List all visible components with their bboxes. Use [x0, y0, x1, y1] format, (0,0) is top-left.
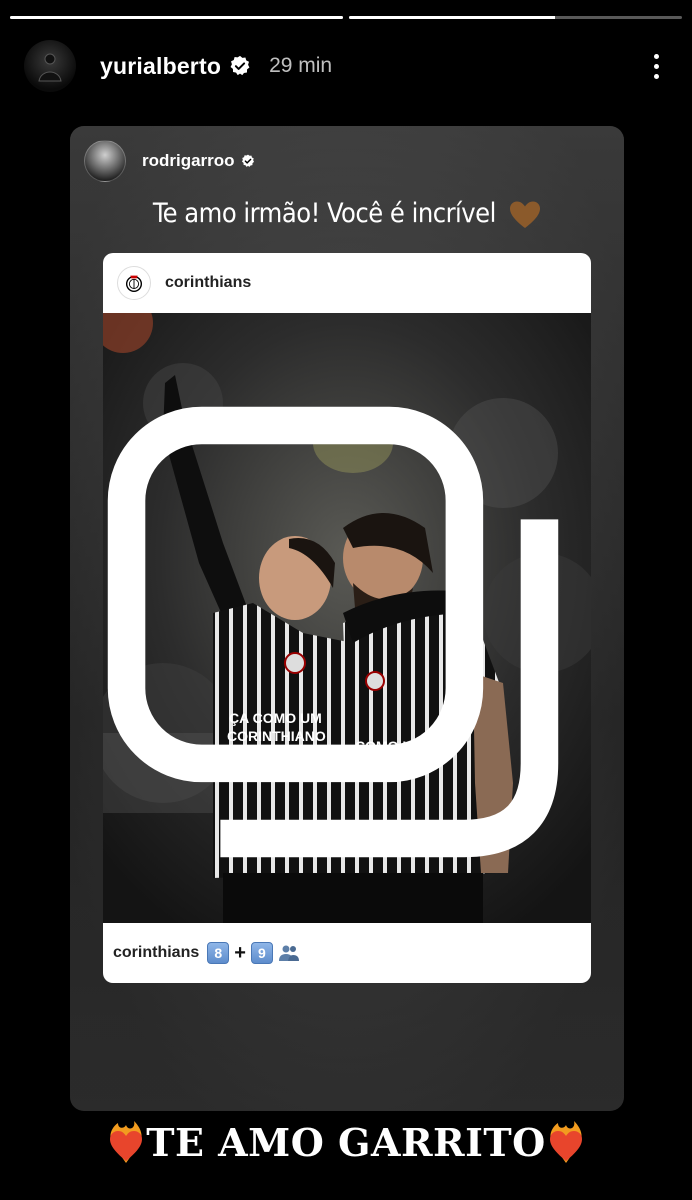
embedded-post[interactable]: corinthians ÇA COMO UM CORINTHIANO COMO …	[103, 253, 591, 983]
shared-author-username[interactable]: rodrigarroo	[142, 151, 235, 171]
post-username[interactable]: corinthians	[165, 274, 251, 292]
dot	[653, 53, 659, 59]
story-timestamp: 29 min	[269, 54, 333, 77]
progress-segment-2	[349, 16, 682, 19]
shared-author-avatar[interactable]	[84, 140, 126, 182]
post-header: corinthians	[103, 253, 591, 314]
verified-badge-icon	[241, 154, 254, 167]
story-username[interactable]: yurialberto	[100, 53, 221, 80]
plus-emoji: +	[234, 941, 246, 964]
corinthians-crest-icon[interactable]	[117, 266, 151, 300]
progress-fill	[10, 16, 343, 19]
keycap-8-emoji: 8	[207, 942, 230, 964]
story-overlay-text: TE AMO GARRITO	[0, 1114, 692, 1170]
post-caption-username[interactable]: corinthians	[113, 944, 199, 962]
crest-emblem-icon	[125, 275, 143, 292]
dot	[653, 73, 659, 79]
keycap-9-emoji: 9	[250, 942, 273, 964]
heart-on-fire-icon	[110, 1121, 143, 1163]
story-header: yurialberto 29 min	[24, 36, 668, 96]
more-options-button[interactable]	[644, 46, 668, 86]
profile-silhouette-icon	[38, 53, 62, 82]
shared-caption-text: Te amo irmão! Você é incrível	[152, 198, 497, 229]
heart-on-fire-icon	[549, 1121, 582, 1163]
multiple-photos-icon	[107, 406, 559, 858]
shared-story-header: rodrigarroo	[84, 140, 255, 182]
post-caption: corinthians 8 + 9	[103, 923, 591, 983]
dot	[653, 63, 659, 69]
progress-fill	[349, 16, 556, 19]
shared-caption: Te amo irmão! Você é incrível	[70, 198, 624, 230]
shared-story-card[interactable]: rodrigarroo Te amo irmão! Você é incríve…	[70, 126, 624, 1111]
story-progress	[10, 16, 682, 19]
avatar[interactable]	[24, 40, 76, 92]
brown-heart-icon	[510, 201, 541, 228]
people-silhouette-icon	[278, 945, 299, 961]
progress-segment-1	[10, 16, 343, 19]
overlay-caption: TE AMO GARRITO	[146, 1119, 546, 1165]
verified-badge-icon	[230, 55, 250, 76]
post-photo[interactable]: ÇA COMO UM CORINTHIANO COMO UM INTHIANO	[103, 313, 591, 923]
